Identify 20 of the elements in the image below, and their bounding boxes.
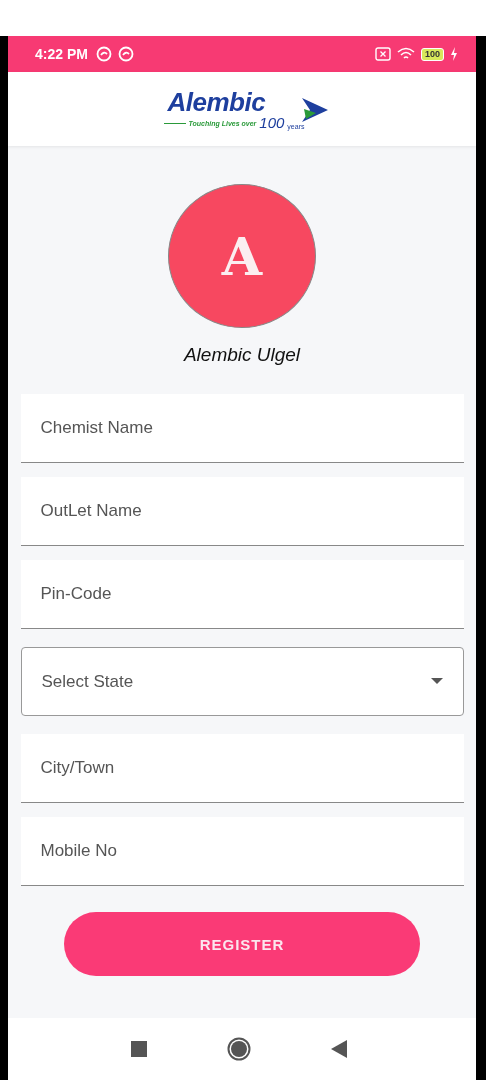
battery-level: 100	[420, 47, 444, 61]
dropdown-caret-icon	[430, 678, 443, 685]
home-icon[interactable]	[227, 1037, 251, 1061]
profile-name: Alembic Ulgel	[183, 344, 301, 366]
input-field[interactable]: City/Town	[20, 734, 464, 803]
wifi-icon	[396, 47, 415, 61]
back-icon[interactable]	[331, 1040, 347, 1058]
input-field[interactable]: OutLet Name	[20, 477, 464, 546]
logo-wordmark: Alembic	[167, 88, 266, 115]
input-field[interactable]: Mobile No	[20, 817, 464, 886]
logo-number: 100	[259, 114, 285, 130]
status-time: 4:22 PM	[35, 46, 88, 62]
state-dropdown[interactable]: Select State	[20, 647, 464, 716]
notification-icon	[117, 46, 134, 62]
input-field[interactable]: Chemist Name	[20, 394, 464, 463]
sim-icon	[374, 47, 391, 61]
notification-icon	[95, 46, 112, 62]
input-field[interactable]: Pin-Code	[20, 560, 464, 629]
avatar: A	[168, 184, 316, 328]
charging-icon	[450, 47, 458, 61]
